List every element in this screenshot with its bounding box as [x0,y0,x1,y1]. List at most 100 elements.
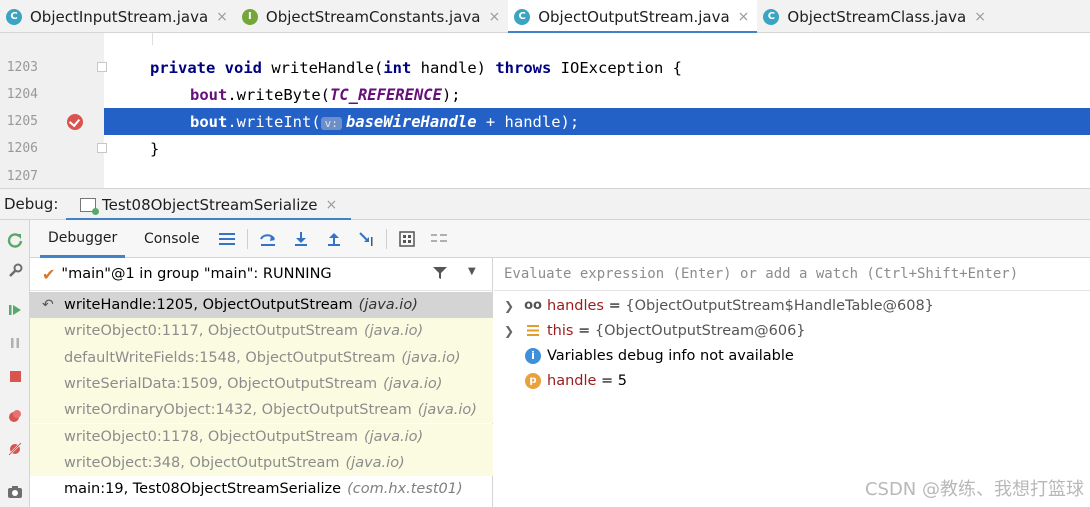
resume-icon[interactable] [5,300,25,320]
expand-arrow-icon[interactable]: ❯ [504,299,514,313]
variable-row[interactable]: p handle = 5 [494,368,1090,393]
stack-frame[interactable]: writeObject0:1178, ObjectOutputStream (j… [30,423,493,450]
step-out-icon[interactable] [324,229,344,249]
evaluate-expression-input[interactable]: Evaluate expression (Enter) or add a wat… [494,258,1090,291]
rerun-icon[interactable] [5,230,25,250]
stack-frame[interactable]: writeObject0:1117, ObjectOutputStream (j… [30,318,493,345]
step-over-icon[interactable] [258,229,278,249]
info-row: i Variables debug info not available [494,343,1090,368]
indent-guide [152,33,153,45]
wrench-icon[interactable] [5,261,25,281]
class-icon: C [6,8,22,25]
info-icon: i [525,347,541,364]
variable-value: 5 [617,372,628,389]
current-execution-line[interactable]: 1205 bout.writeInt(v: baseWireHandle + ha… [0,108,1090,135]
stack-frame[interactable]: writeSerialData:1509, ObjectOutputStream… [30,370,493,398]
thread-selector[interactable]: ✔ "main"@1 in group "main": RUNNING ▼ [30,258,493,291]
tab-objectstreamclass[interactable]: C ObjectStreamClass.java × [757,0,994,33]
debug-tool-window-header: Debug: Test08ObjectStreamSerialize × [0,188,1090,221]
frames-panel: ✔ "main"@1 in group "main": RUNNING ▼ ↶ … [30,258,493,507]
class-icon: C [514,8,531,25]
class-icon: C [763,8,780,25]
fold-marker-icon[interactable] [97,143,107,153]
frame-package: (java.io) [358,297,418,314]
stack-frame[interactable]: main:19, Test08ObjectStreamSerialize (co… [30,476,493,502]
line-number: 1206 [6,141,38,156]
frame-method: writeObject0:1117, ObjectOutputStream [64,323,358,340]
step-into-icon[interactable] [291,229,311,249]
frame-package: (java.io) [345,454,405,471]
variable-name: handle [547,372,597,389]
variable-row[interactable]: ❯ this = {ObjectOutputStream@606} [494,318,1090,343]
debug-side-toolbar [0,220,30,507]
frame-method: main:19, Test08ObjectStreamSerialize [64,481,342,498]
field-list-icon [525,323,541,339]
close-icon[interactable]: × [974,9,986,25]
layout-menu-icon[interactable] [217,229,237,249]
variable-name: handles [547,297,604,314]
camera-icon[interactable] [5,482,25,502]
chevron-down-icon[interactable]: ▼ [468,266,476,277]
code-line[interactable]: 1203 private void writeHandle(int handle… [0,54,1090,81]
frame-method: writeOrdinaryObject:1432, ObjectOutputSt… [64,402,412,419]
trace-stream-icon[interactable] [429,229,449,249]
close-icon[interactable]: × [325,197,337,213]
variables-panel: Evaluate expression (Enter) or add a wat… [494,258,1090,507]
thread-label: "main"@1 in group "main": RUNNING [61,266,332,282]
line-number: 1204 [6,87,38,102]
line-number: 1203 [6,60,38,75]
close-icon[interactable]: × [216,9,228,25]
editor-tab-bar: C ObjectInputStream.java × I ObjectStrea… [0,0,1090,34]
run-to-cursor-icon[interactable] [357,229,377,249]
code-text: bout.writeByte(TC_REFERENCE); [190,85,461,104]
frame-package: (java.io) [363,428,424,445]
close-icon[interactable]: × [738,9,750,25]
stack-frame[interactable]: defaultWriteFields:1548, ObjectOutputStr… [30,344,493,371]
tab-console[interactable]: Console [136,220,208,258]
stop-icon[interactable] [5,366,25,386]
line-number: 1207 [6,169,38,184]
variable-value: {ObjectOutputStream@606} [594,322,806,339]
evaluate-expression-icon[interactable] [397,229,417,249]
session-name: Test08ObjectStreamSerialize [102,195,318,214]
checkmark-icon: ✔ [42,264,56,284]
tab-objectoutputstream[interactable]: C ObjectOutputStream.java × [508,0,758,34]
tab-objectinputstream[interactable]: C ObjectInputStream.java × [0,0,236,33]
tab-label: ObjectInputStream.java [30,7,209,26]
frame-package: (java.io) [401,349,461,366]
code-text: private void writeHandle(int handle) thr… [150,58,682,77]
view-breakpoints-icon[interactable] [5,406,25,426]
frame-method: defaultWriteFields:1548, ObjectOutputStr… [64,349,396,366]
stack-frame[interactable]: ↶ writeHandle:1205, ObjectOutputStream (… [30,292,493,319]
tab-label: ObjectStreamClass.java [787,7,967,26]
stack-frame[interactable]: writeObject:348, ObjectOutputStream (jav… [30,449,493,477]
watermark: CSDN @教练、我想打篮球 [864,479,1084,500]
info-text: Variables debug info not available [547,347,794,364]
filter-icon[interactable] [433,266,449,282]
frame-method: writeObject0:1178, ObjectOutputStream [64,428,358,445]
fold-marker-icon[interactable] [97,62,107,72]
variable-row[interactable]: ❯ oo handles = {ObjectOutputStream$Handl… [494,293,1090,318]
parameter-icon: p [525,372,541,389]
code-line[interactable]: 1207 [0,163,1090,188]
expand-arrow-icon[interactable]: ❯ [504,324,514,338]
stack-frame[interactable]: writeOrdinaryObject:1432, ObjectOutputSt… [30,397,493,424]
frame-method: writeSerialData:1509, ObjectOutputStream [64,376,378,393]
tab-label: ObjectStreamConstants.java [265,7,481,26]
mute-breakpoints-icon[interactable] [5,439,25,459]
code-editor[interactable]: 1203 private void writeHandle(int handle… [0,33,1090,188]
code-line[interactable]: 1204 bout.writeByte(TC_REFERENCE); [0,81,1090,108]
pause-icon[interactable] [5,333,25,353]
variable-name: this [547,322,574,339]
code-line[interactable]: 1206 } [0,135,1090,162]
debug-session-tab[interactable]: Test08ObjectStreamSerialize × [66,189,352,221]
close-icon[interactable]: × [488,9,500,25]
frame-package: (com.hx.test01) [347,481,463,498]
tab-objectstreamconstants[interactable]: I ObjectStreamConstants.java × [236,0,508,33]
tab-debugger[interactable]: Debugger [40,220,126,258]
frame-package: (java.io) [383,376,443,393]
line-number: 1205 [6,114,38,129]
watch-glasses-icon: oo [524,298,542,313]
breakpoint-icon[interactable] [67,114,83,130]
interface-icon: I [241,8,258,25]
